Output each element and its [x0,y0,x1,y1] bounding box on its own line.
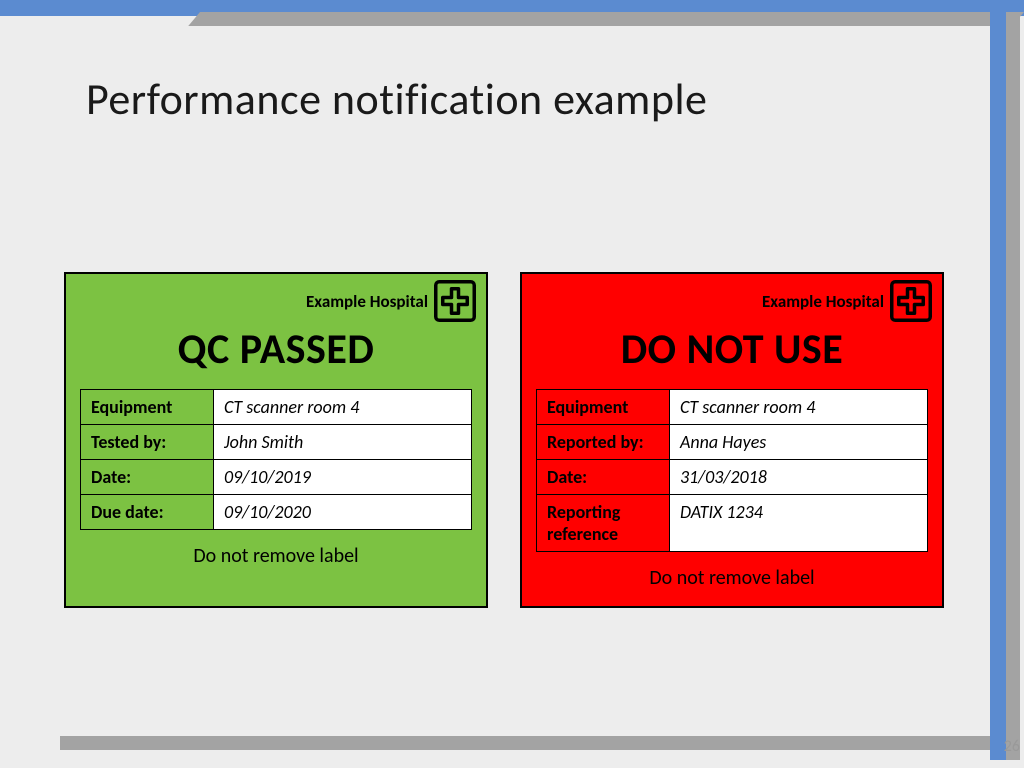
hospital-name: Example Hospital [762,291,884,312]
card-header: Example Hospital [66,274,486,324]
row-label: Tested by: [81,425,214,460]
card-heading: QC PASSED [66,324,486,389]
table-row: Date: 09/10/2019 [81,460,472,495]
row-value: 31/03/2018 [669,460,927,495]
card-footer: Do not remove label [522,552,942,606]
table-row: Tested by: John Smith [81,425,472,460]
row-value: 09/10/2020 [213,495,471,530]
qc-table: Equipment CT scanner room 4 Reported by:… [536,389,928,552]
row-value: Anna Hayes [669,425,927,460]
table-row: Reporting reference DATIX 1234 [537,495,928,552]
card-heading: DO NOT USE [522,324,942,389]
row-value: DATIX 1234 [669,495,927,552]
decor-right-blue [990,0,1006,760]
row-value: CT scanner room 4 [669,390,927,425]
do-not-use-card: Example Hospital DO NOT USE Equipment CT… [520,272,944,608]
row-label: Reported by: [537,425,670,460]
decor-top-gray [188,12,1024,26]
row-value: CT scanner room 4 [213,390,471,425]
medical-cross-icon [434,280,476,322]
row-label: Due date: [81,495,214,530]
table-row: Reported by: Anna Hayes [537,425,928,460]
table-row: Equipment CT scanner room 4 [537,390,928,425]
card-footer: Do not remove label [66,530,486,584]
card-header: Example Hospital [522,274,942,324]
row-label: Equipment [81,390,214,425]
slide-title: Performance notification example [86,72,707,126]
table-row: Equipment CT scanner room 4 [81,390,472,425]
qc-table: Equipment CT scanner room 4 Tested by: J… [80,389,472,530]
table-row: Date: 31/03/2018 [537,460,928,495]
row-label: Equipment [537,390,670,425]
table-row: Due date: 09/10/2020 [81,495,472,530]
qc-passed-card: Example Hospital QC PASSED Equipment CT … [64,272,488,608]
medical-cross-icon [890,280,932,322]
row-label: Date: [81,460,214,495]
row-value: John Smith [213,425,471,460]
page-number: 26 [1004,737,1020,756]
decor-right-gray [1006,14,1020,760]
hospital-name: Example Hospital [306,291,428,312]
row-value: 09/10/2019 [213,460,471,495]
decor-bottom-gray [60,736,990,750]
row-label: Date: [537,460,670,495]
cards-container: Example Hospital QC PASSED Equipment CT … [64,272,944,608]
row-label: Reporting reference [537,495,670,552]
